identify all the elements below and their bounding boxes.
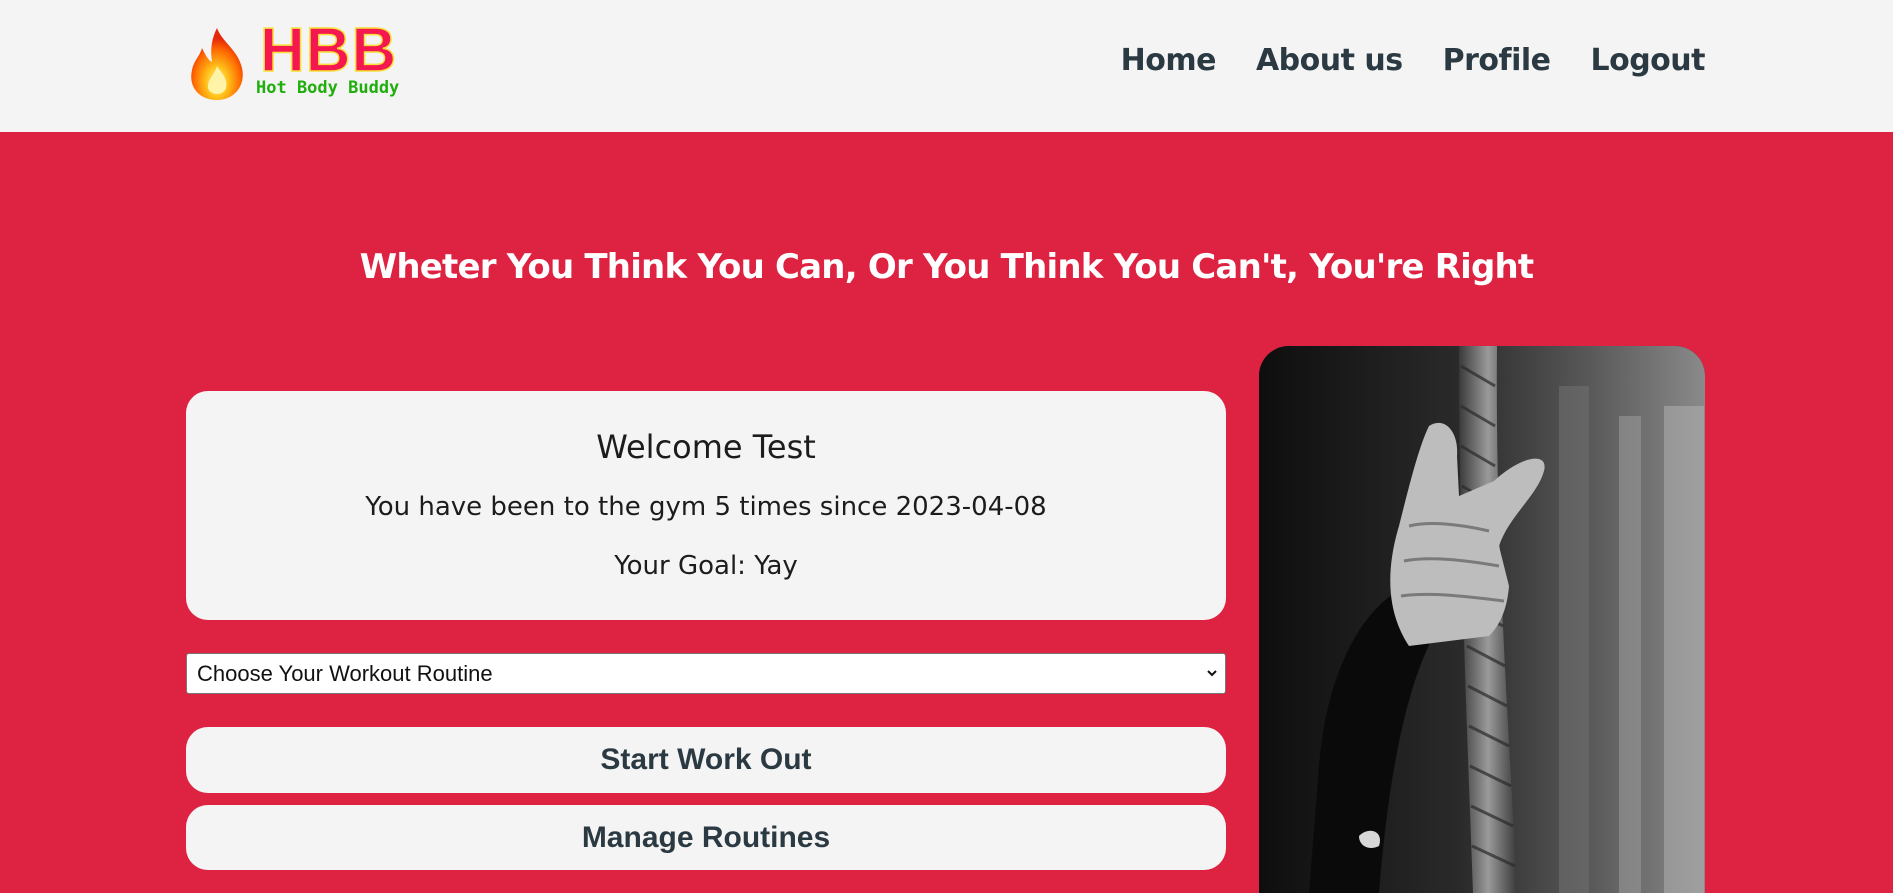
- logo-title: HBB: [259, 15, 398, 86]
- site-header: HBB Hot Body Buddy Home About us Profile…: [0, 0, 1893, 132]
- nav-home[interactable]: Home: [1121, 40, 1217, 82]
- nav-profile[interactable]: Profile: [1443, 40, 1551, 82]
- chevron-down-icon: [1207, 670, 1217, 677]
- main-nav: Home About us Profile Logout: [1121, 40, 1706, 82]
- gym-visits-text: You have been to the gym 5 times since 2…: [365, 492, 1047, 522]
- welcome-card: Welcome Test You have been to the gym 5 …: [186, 391, 1226, 620]
- welcome-title: Welcome Test: [596, 428, 816, 466]
- workout-routine-select[interactable]: Choose Your Workout Routine: [186, 653, 1226, 694]
- rope-climb-photo: [1259, 346, 1705, 893]
- routine-select-value: Choose Your Workout Routine: [197, 661, 493, 686]
- logo-subtitle: Hot Body Buddy: [256, 78, 400, 98]
- logo[interactable]: HBB Hot Body Buddy: [186, 15, 406, 102]
- nav-about-us[interactable]: About us: [1256, 40, 1403, 82]
- goal-text: Your Goal: Yay: [614, 551, 798, 581]
- nav-logout[interactable]: Logout: [1590, 40, 1705, 82]
- start-workout-button[interactable]: Start Work Out: [186, 727, 1226, 793]
- fire-icon: [191, 28, 243, 100]
- manage-routines-button[interactable]: Manage Routines: [186, 805, 1226, 870]
- page-headline: Wheter You Think You Can, Or You Think Y…: [359, 247, 1535, 287]
